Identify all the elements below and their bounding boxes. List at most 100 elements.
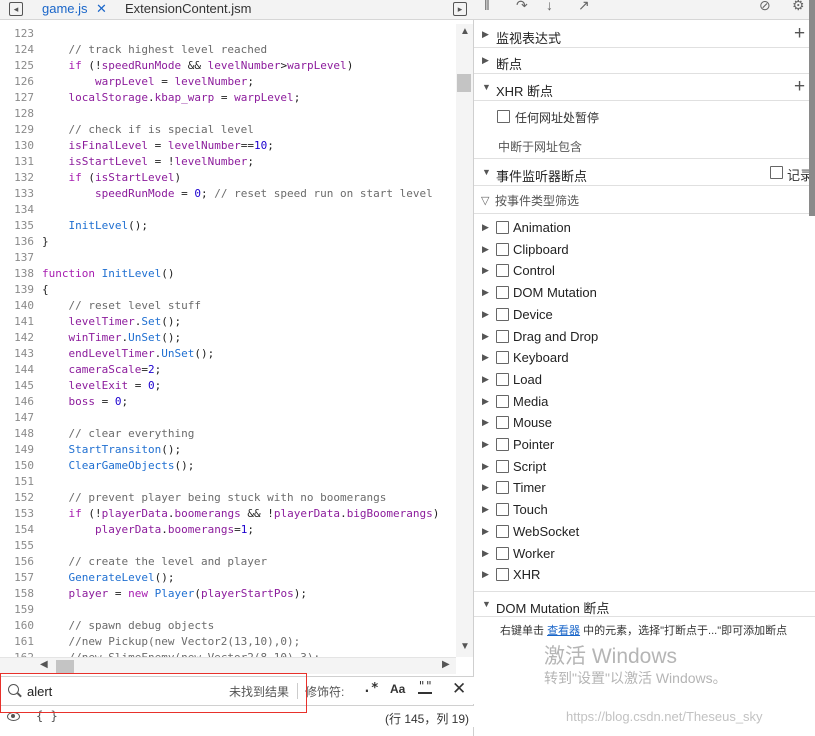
code-line[interactable]: 147 bbox=[0, 410, 456, 426]
event-category-checkbox[interactable] bbox=[496, 546, 509, 560]
scroll-right-icon[interactable]: ▶ bbox=[442, 659, 450, 670]
event-category-item[interactable]: ▶ Worker bbox=[474, 544, 815, 565]
horizontal-scroll-thumb[interactable] bbox=[56, 660, 74, 673]
line-number[interactable]: 137 bbox=[0, 250, 34, 266]
line-number[interactable]: 136 bbox=[0, 234, 34, 250]
event-category-checkbox[interactable] bbox=[496, 481, 509, 495]
line-number[interactable]: 128 bbox=[0, 106, 34, 122]
code-line[interactable]: 159 bbox=[0, 602, 456, 618]
code-line[interactable]: 148 // clear everything bbox=[0, 426, 456, 442]
line-number[interactable]: 141 bbox=[0, 314, 34, 330]
code-line[interactable]: 129 // check if is special level bbox=[0, 122, 456, 138]
line-number[interactable]: 150 bbox=[0, 458, 34, 474]
chevron-right-icon[interactable]: ▶ bbox=[482, 548, 489, 559]
code-line[interactable]: 135 InitLevel(); bbox=[0, 218, 456, 234]
code-line[interactable]: 124 // track highest level reached bbox=[0, 42, 456, 58]
code-line[interactable]: 128 bbox=[0, 106, 456, 122]
event-category-item[interactable]: ▶ Animation bbox=[474, 218, 815, 239]
code-line[interactable]: 152 // prevent player being stuck with n… bbox=[0, 490, 456, 506]
xhr-breakpoints-header[interactable]: ▼ XHR 断点 + bbox=[474, 75, 815, 101]
code-line[interactable]: 126 warpLevel = levelNumber; bbox=[0, 74, 456, 90]
event-category-item[interactable]: ▶ Media bbox=[474, 392, 815, 413]
code-line[interactable]: 134 bbox=[0, 202, 456, 218]
chevron-right-icon[interactable]: ▶ bbox=[482, 417, 489, 428]
event-category-checkbox[interactable] bbox=[496, 351, 509, 365]
chevron-right-icon[interactable]: ▶ bbox=[482, 222, 489, 233]
toggle-sources-icon[interactable]: ◂ bbox=[9, 2, 23, 16]
code-line[interactable]: 158 player = new Player(playerStartPos); bbox=[0, 586, 456, 602]
code-editor[interactable]: 123 124 // track highest level reached 125… bbox=[0, 24, 456, 657]
chevron-right-icon[interactable]: ▶ bbox=[482, 461, 489, 472]
chevron-right-icon[interactable]: ▶ bbox=[482, 569, 489, 580]
add-xhr-breakpoint-icon[interactable]: + bbox=[794, 76, 805, 98]
chevron-right-icon[interactable]: ▶ bbox=[482, 482, 489, 493]
pretty-print-icon[interactable]: { } bbox=[36, 709, 58, 723]
chevron-right-icon[interactable]: ▶ bbox=[482, 439, 489, 450]
chevron-right-icon[interactable]: ▶ bbox=[482, 244, 489, 255]
line-number[interactable]: 132 bbox=[0, 170, 34, 186]
vertical-scroll-thumb[interactable] bbox=[457, 74, 471, 92]
close-tab-icon[interactable]: ✕ bbox=[96, 0, 107, 20]
scroll-up-icon[interactable]: ▲ bbox=[460, 26, 470, 37]
line-number[interactable]: 162 bbox=[0, 650, 34, 657]
line-number[interactable]: 131 bbox=[0, 154, 34, 170]
pause-any-url-checkbox[interactable] bbox=[497, 110, 510, 123]
pause-icon[interactable]: ‖ bbox=[484, 0, 490, 13]
code-line[interactable]: 161 //new Pickup(new Vector2(13,10),0); bbox=[0, 634, 456, 650]
event-category-item[interactable]: ▶ Device bbox=[474, 305, 815, 326]
scroll-left-icon[interactable]: ◀ bbox=[40, 659, 48, 670]
event-listener-breakpoints-header[interactable]: ▼ 事件监听器断点 记录 bbox=[474, 160, 815, 186]
horizontal-scrollbar[interactable]: ◀ ▶ bbox=[0, 657, 456, 674]
code-line[interactable]: 142 winTimer.UnSet(); bbox=[0, 330, 456, 346]
line-number[interactable]: 138 bbox=[0, 266, 34, 282]
code-line[interactable]: 137 bbox=[0, 250, 456, 266]
line-number[interactable]: 133 bbox=[0, 186, 34, 202]
code-line[interactable]: 151 bbox=[0, 474, 456, 490]
add-watch-icon[interactable]: + bbox=[794, 23, 805, 45]
event-category-item[interactable]: ▶ DOM Mutation bbox=[474, 283, 815, 304]
xhr-break-when-label[interactable]: 中断于网址包含 bbox=[498, 138, 582, 155]
event-category-item[interactable]: ▶ Pointer bbox=[474, 435, 815, 456]
gear-icon[interactable]: ⚙ bbox=[792, 0, 805, 14]
line-number[interactable]: 139 bbox=[0, 282, 34, 298]
code-line[interactable]: 138 function InitLevel() bbox=[0, 266, 456, 282]
event-filter-input[interactable]: 按事件类型筛选 bbox=[495, 192, 579, 209]
close-search-button[interactable]: ✕ bbox=[452, 679, 466, 699]
line-number[interactable]: 160 bbox=[0, 618, 34, 634]
line-number[interactable]: 147 bbox=[0, 410, 34, 426]
code-line[interactable]: 123 bbox=[0, 26, 456, 42]
log-events-checkbox[interactable] bbox=[770, 166, 783, 179]
line-number[interactable]: 157 bbox=[0, 570, 34, 586]
event-category-checkbox[interactable] bbox=[496, 372, 509, 386]
event-category-item[interactable]: ▶ Keyboard bbox=[474, 348, 815, 369]
search-input[interactable] bbox=[27, 682, 207, 700]
code-line[interactable]: 140 // reset level stuff bbox=[0, 298, 456, 314]
breakpoints-header[interactable]: ▶ 断点 bbox=[474, 48, 815, 74]
event-category-item[interactable]: ▶ Touch bbox=[474, 500, 815, 521]
line-number[interactable]: 135 bbox=[0, 218, 34, 234]
code-line[interactable]: 131 isStartLevel = !levelNumber; bbox=[0, 154, 456, 170]
eye-icon[interactable] bbox=[7, 712, 20, 721]
code-line[interactable]: 132 if (isStartLevel) bbox=[0, 170, 456, 186]
toggle-debugger-icon[interactable]: ▸ bbox=[453, 2, 467, 16]
tab-extension-content[interactable]: ExtensionContent.jsm bbox=[125, 0, 251, 20]
chevron-right-icon[interactable]: ▶ bbox=[482, 331, 489, 342]
step-into-icon[interactable]: ↓ bbox=[546, 0, 553, 13]
event-category-checkbox[interactable] bbox=[496, 394, 509, 408]
code-line[interactable]: 160 // spawn debug objects bbox=[0, 618, 456, 634]
line-number[interactable]: 125 bbox=[0, 58, 34, 74]
event-category-checkbox[interactable] bbox=[496, 524, 509, 538]
line-number[interactable]: 146 bbox=[0, 394, 34, 410]
event-category-checkbox[interactable] bbox=[496, 416, 509, 430]
dom-mutation-breakpoints-header[interactable]: ▼ DOM Mutation 断点 bbox=[474, 591, 815, 617]
event-category-checkbox[interactable] bbox=[496, 568, 509, 582]
line-number[interactable]: 158 bbox=[0, 586, 34, 602]
code-line[interactable]: 141 levelTimer.Set(); bbox=[0, 314, 456, 330]
line-number[interactable]: 124 bbox=[0, 42, 34, 58]
code-line[interactable]: 155 bbox=[0, 538, 456, 554]
code-line[interactable]: 133 speedRunMode = 0; // reset speed run… bbox=[0, 186, 456, 202]
event-category-item[interactable]: ▶ Clipboard bbox=[474, 240, 815, 261]
code-line[interactable]: 145 levelExit = 0; bbox=[0, 378, 456, 394]
tab-game-js[interactable]: game.js bbox=[42, 0, 88, 20]
line-number[interactable]: 145 bbox=[0, 378, 34, 394]
